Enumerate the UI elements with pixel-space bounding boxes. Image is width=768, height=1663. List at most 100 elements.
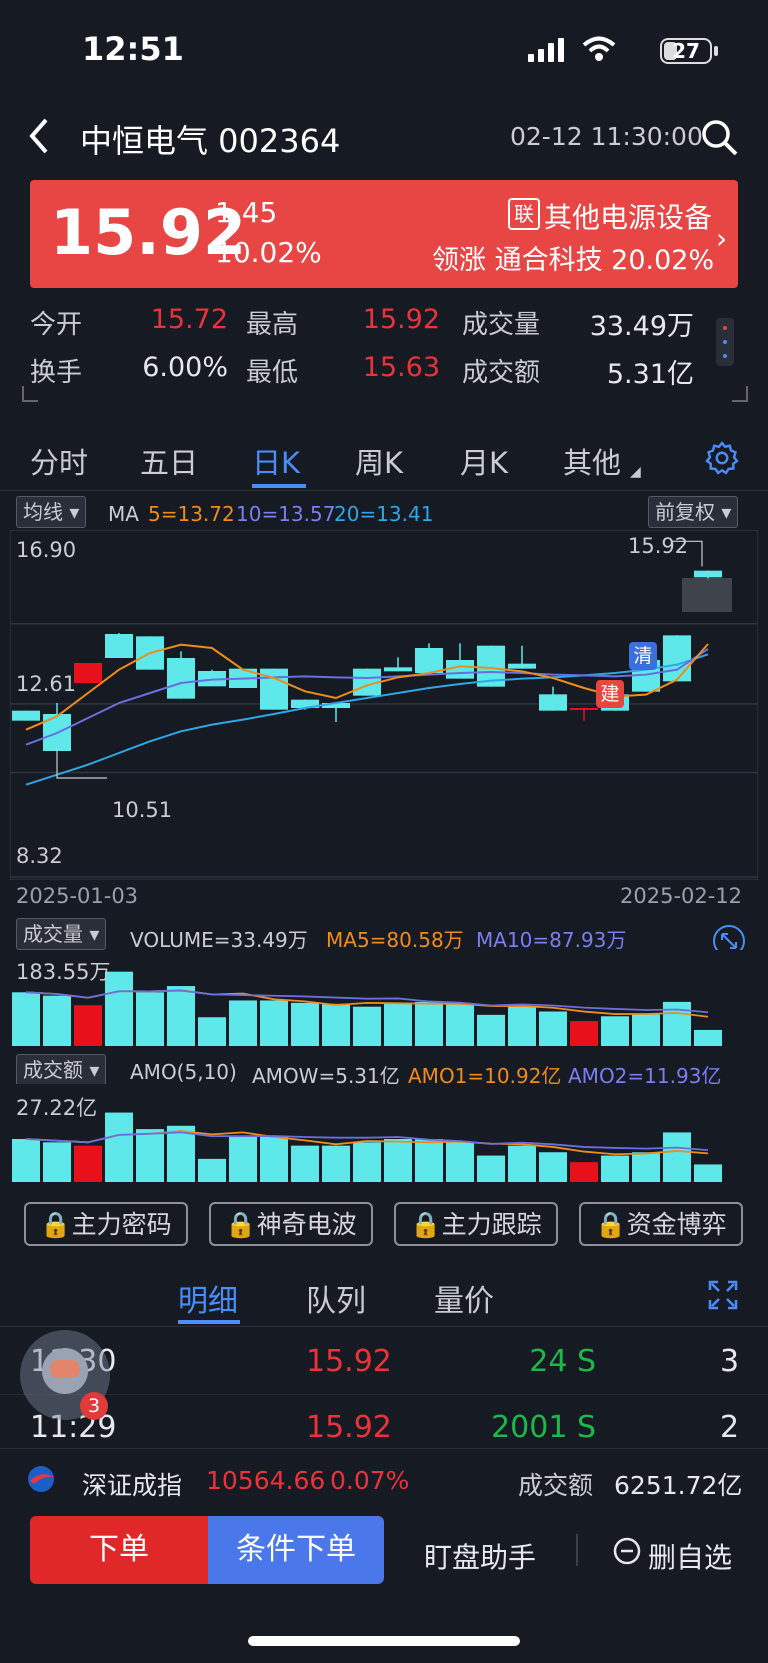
cellular-signal-icon <box>528 38 564 62</box>
volume-chart[interactable] <box>10 950 758 1046</box>
minus-circle-icon[interactable] <box>612 1536 642 1566</box>
stock-title: 中恒电气 002364 <box>80 122 341 160</box>
tab-monthly-k[interactable]: 月K <box>460 440 508 482</box>
trade-count: 2 <box>720 1410 740 1445</box>
remove-watchlist-button[interactable]: 删自选 <box>648 1536 732 1576</box>
index-change-pct: 0.07% <box>330 1466 410 1495</box>
amount-dropdown[interactable]: 成交额 ▾ <box>16 1054 107 1086</box>
shenzhen-index-logo-icon <box>28 1466 54 1492</box>
divider <box>576 1534 578 1566</box>
volume-bar <box>477 1014 505 1046</box>
main-force-code-button[interactable]: 🔒主力密码 <box>24 1202 188 1246</box>
tab-queue[interactable]: 队列 <box>306 1276 366 1320</box>
amount-bar <box>508 1145 536 1182</box>
amount-bar <box>663 1132 691 1182</box>
stat-label-high: 最高 <box>246 310 299 340</box>
search-icon[interactable] <box>700 118 740 158</box>
tab-five-day[interactable]: 五日 <box>140 440 198 482</box>
home-indicator <box>248 1636 520 1646</box>
tab-other[interactable]: 其他 <box>563 440 621 482</box>
candle-body <box>74 663 102 683</box>
volume-bar <box>539 1011 567 1046</box>
ma-label: MA <box>108 502 139 526</box>
trade-volume: 2001 S <box>491 1410 596 1445</box>
ma-dropdown[interactable]: 均线 ▾ <box>16 496 87 528</box>
candle-body <box>105 634 133 658</box>
lock-icon: 🔒 <box>40 1210 72 1239</box>
amount-bar <box>136 1129 164 1182</box>
more-dots-icon[interactable] <box>716 318 734 366</box>
adjust-dropdown[interactable]: 前复权 ▾ <box>648 496 739 528</box>
quote-timestamp: 02-12 11:30:00 <box>510 122 703 151</box>
order-button[interactable]: 下单 <box>30 1516 208 1584</box>
candle-body <box>415 648 443 673</box>
settings-gear-icon[interactable] <box>704 440 740 476</box>
volume-bar <box>570 1021 598 1046</box>
volume-bar <box>601 1016 629 1046</box>
volume-bar <box>353 1006 381 1046</box>
amount-bar <box>632 1152 660 1182</box>
candle-body <box>694 570 722 578</box>
volume-bar <box>415 1001 443 1046</box>
candle-body <box>384 667 412 672</box>
volume-bar <box>260 1000 288 1046</box>
index-value: 10564.66 <box>206 1466 326 1495</box>
wifi-icon <box>582 36 616 61</box>
amount-max-label: 27.22亿 <box>16 1096 98 1120</box>
volume-bar <box>167 986 195 1046</box>
price-axis-top: 16.90 <box>16 538 77 562</box>
conditional-order-button[interactable]: 条件下单 <box>208 1516 384 1584</box>
amount-chart[interactable] <box>10 1084 758 1182</box>
tab-intraday[interactable]: 分时 <box>30 440 88 482</box>
battery-icon: 27 <box>660 38 712 64</box>
sector-leader: 领涨 通合科技 20.02% <box>432 245 715 276</box>
volume-ma5: MA5=80.58万 <box>326 928 464 952</box>
limit-up-shade <box>682 578 732 612</box>
price-change: 1.45 <box>215 196 278 229</box>
stat-label-volume: 成交量 <box>462 310 541 340</box>
index-amount-label: 成交额 <box>518 1471 594 1500</box>
tab-weekly-k[interactable]: 周K <box>355 440 403 482</box>
tab-detail[interactable]: 明细 <box>178 1276 238 1320</box>
amo-params: AMO(5,10) <box>130 1060 237 1084</box>
stat-value-high: 15.92 <box>362 304 440 335</box>
amount-bar <box>260 1135 288 1182</box>
volume-bar <box>12 992 40 1046</box>
low-price-marker: 10.51 <box>112 798 173 822</box>
clear-position-marker[interactable]: 清 <box>629 642 657 670</box>
trade-price: 15.92 <box>306 1344 392 1379</box>
index-name: 深证成指 <box>82 1471 183 1500</box>
tab-volume-price[interactable]: 量价 <box>434 1276 494 1320</box>
amount-bar <box>105 1112 133 1182</box>
sector-name[interactable]: 其他电源设备 <box>544 196 712 236</box>
main-force-track-button[interactable]: 🔒主力跟踪 <box>394 1202 558 1246</box>
amount-bar <box>415 1139 443 1182</box>
kline-chart[interactable] <box>10 530 758 880</box>
kline-frame <box>10 530 758 880</box>
watch-assistant-button[interactable]: 盯盘助手 <box>424 1536 536 1576</box>
ma10-value: 10=13.57 <box>236 502 336 526</box>
back-chevron-icon[interactable] <box>26 116 52 156</box>
expand-corner-left <box>22 386 38 402</box>
build-position-marker[interactable]: 建 <box>596 680 624 708</box>
candle-body <box>663 635 691 682</box>
candle-body <box>539 694 567 711</box>
magic-wave-button[interactable]: 🔒神奇电波 <box>209 1202 373 1246</box>
stat-value-volume: 33.49万 <box>589 311 694 342</box>
fullscreen-icon[interactable] <box>708 1280 738 1310</box>
status-time: 12:51 <box>82 30 184 68</box>
divider <box>0 1326 768 1327</box>
trade-volume: 24 S <box>529 1344 596 1379</box>
stat-value-amount: 5.31亿 <box>606 359 694 390</box>
volume-bar <box>43 995 71 1046</box>
amount-bar <box>477 1155 505 1182</box>
candle-body <box>12 710 40 721</box>
volume-bar <box>632 1014 660 1046</box>
lock-icon: 🔒 <box>410 1210 442 1239</box>
volume-bar <box>694 1029 722 1046</box>
tab-daily-k[interactable]: 日K <box>252 440 300 482</box>
volume-dropdown[interactable]: 成交量 ▾ <box>16 918 107 950</box>
stat-value-turnover: 6.00% <box>142 352 228 383</box>
chevron-right-icon[interactable]: › <box>716 222 727 255</box>
fund-game-button[interactable]: 🔒资金博弈 <box>579 1202 743 1246</box>
